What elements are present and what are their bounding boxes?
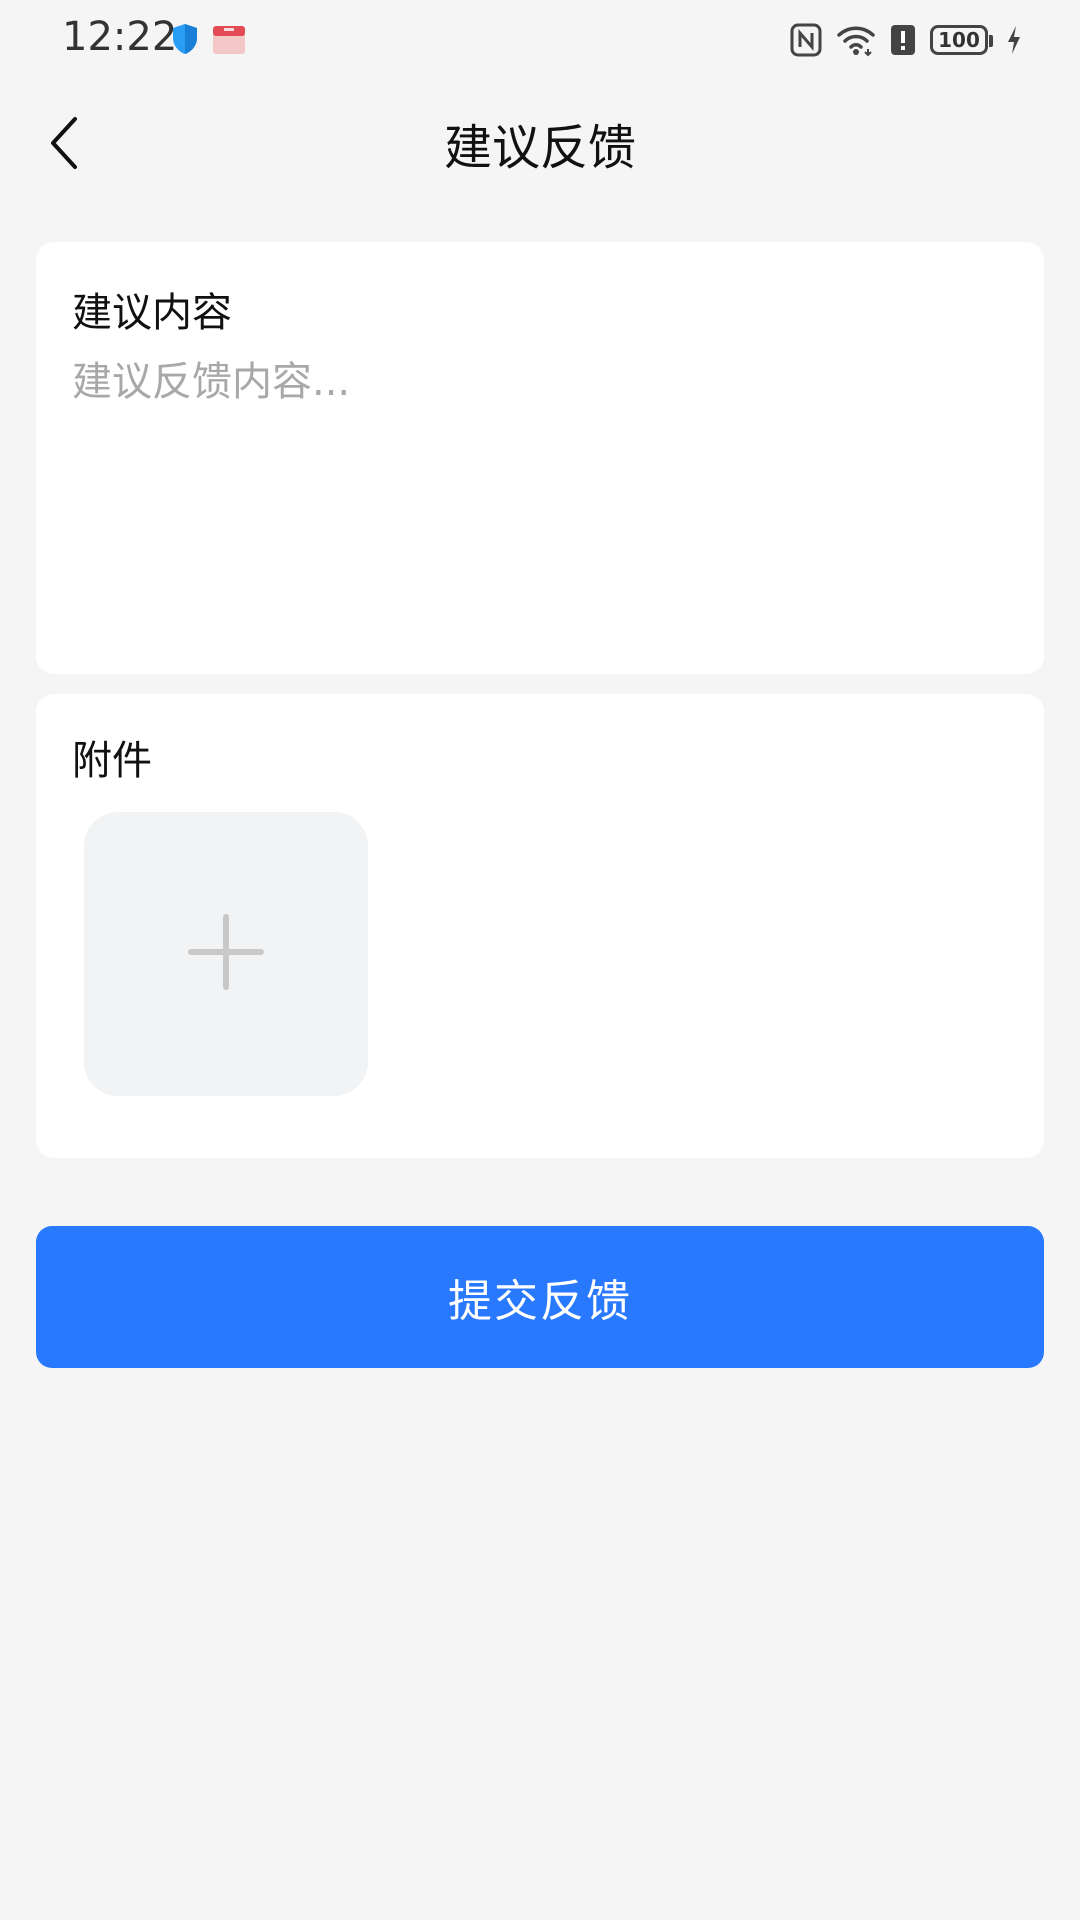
status-icons: 100	[790, 18, 1022, 62]
nav-bar: 建议反馈	[0, 90, 1080, 190]
status-bar: 12:22 100	[0, 0, 1080, 80]
plus-icon	[186, 912, 266, 996]
battery-icon: 100	[930, 25, 993, 55]
status-time: 12:22	[62, 14, 178, 60]
add-attachment-button[interactable]	[84, 812, 368, 1096]
content-label: 建议内容	[72, 290, 232, 336]
alert-icon	[890, 23, 916, 57]
feedback-content-input[interactable]	[72, 354, 1008, 644]
attachment-label: 附件	[72, 738, 152, 784]
shield-icon	[170, 22, 204, 56]
feedback-screen: 12:22 100 建议反馈 建议内容 建议反馈内容... 附件 提交反馈	[0, 0, 1080, 1920]
attachment-card: 附件	[36, 694, 1044, 1158]
nfc-icon	[790, 23, 822, 57]
charging-icon	[1006, 25, 1022, 55]
page-title: 建议反馈	[443, 120, 636, 176]
submit-feedback-button[interactable]: 提交反馈	[36, 1226, 1044, 1368]
wifi-icon	[836, 23, 876, 57]
app-box-icon	[210, 22, 248, 56]
content-card: 建议内容	[36, 242, 1044, 674]
